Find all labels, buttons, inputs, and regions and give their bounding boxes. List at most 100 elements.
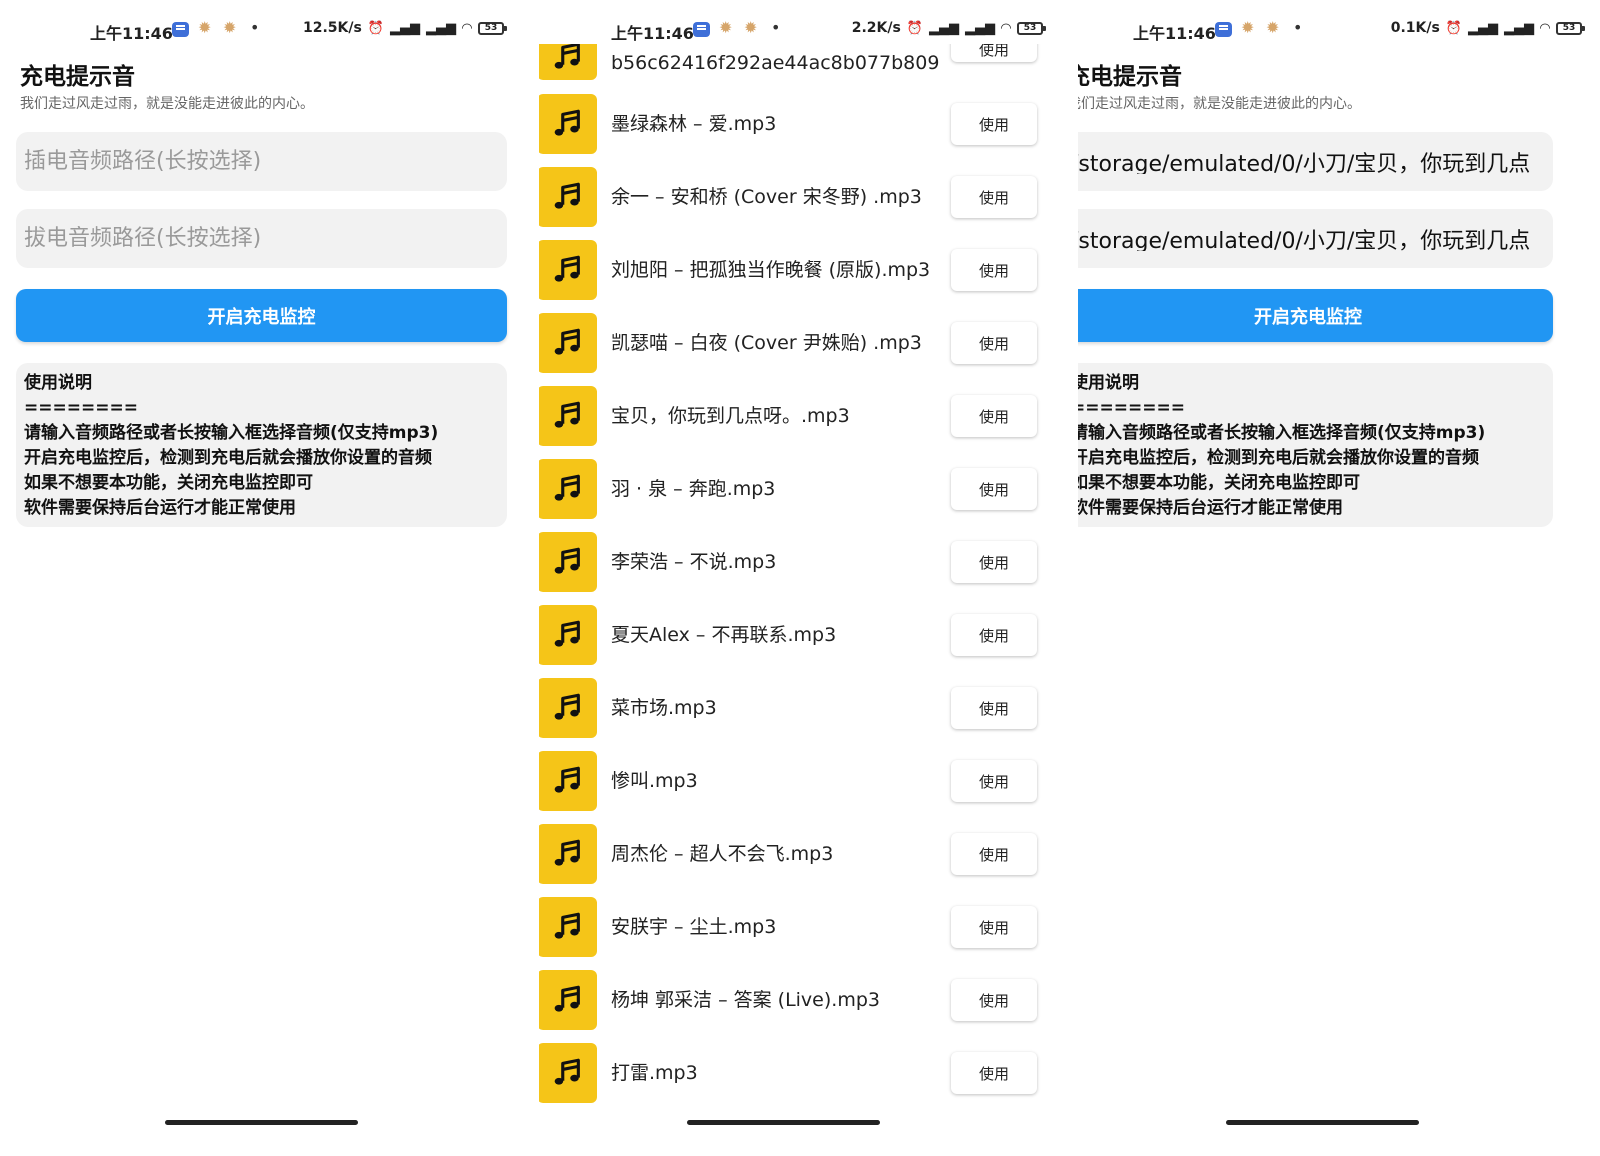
wifi-icon: ◠ <box>1540 20 1550 36</box>
file-name: 夏天Alex – 不再联系.mp3 <box>611 624 837 646</box>
notification-icon <box>172 22 189 37</box>
unplug-audio-field[interactable] <box>16 209 507 268</box>
notification-icon <box>1215 22 1232 37</box>
plug-audio-input[interactable] <box>24 149 499 174</box>
use-file-button[interactable]: 使用 <box>951 468 1037 510</box>
file-list-item[interactable]: 刘旭阳 – 把孤独当作晚餐 (原版).mp3 使用 <box>539 240 1061 313</box>
battery-icon: 53 <box>478 21 507 35</box>
file-name: 刘旭阳 – 把孤独当作晚餐 (原版).mp3 <box>611 259 931 281</box>
file-list-item[interactable]: 李荣浩 – 不说.mp3 使用 <box>539 532 1061 605</box>
page-title: 充电提示音 <box>20 64 135 90</box>
use-file-button[interactable]: 使用 <box>951 395 1037 437</box>
home-indicator[interactable] <box>687 1120 880 1125</box>
instructions-line: 软件需要保持后台运行才能正常使用 <box>1078 498 1343 518</box>
music-note-icon <box>554 474 580 501</box>
signal-icon: ▂▄▆ <box>1504 20 1534 36</box>
file-name: 凯瑟喵 – 白夜 (Cover 尹姝贻) .mp3 <box>611 332 922 354</box>
file-list-item[interactable]: 打雷.mp3 使用 <box>539 1043 1061 1116</box>
signal-icon: ▂▄▆ <box>929 20 959 36</box>
music-note-icon <box>554 328 580 355</box>
instructions-line: 软件需要保持后台运行才能正常使用 <box>24 498 296 518</box>
alarm-icon: ⏰ <box>1445 20 1462 36</box>
file-list-item[interactable]: 菜市场.mp3 使用 <box>539 678 1061 751</box>
file-name: 安朕宇 – 尘土.mp3 <box>611 916 777 938</box>
file-name: 打雷.mp3 <box>611 1062 698 1084</box>
status-time: 上午11:46 <box>611 24 694 43</box>
music-note-icon <box>554 766 580 793</box>
music-file-thumbnail <box>539 532 597 592</box>
music-file-thumbnail <box>539 386 597 446</box>
home-indicator[interactable] <box>1226 1120 1419 1125</box>
use-file-button[interactable]: 使用 <box>951 906 1037 948</box>
file-list-item[interactable]: 凯瑟喵 – 白夜 (Cover 尹姝贻) .mp3 使用 <box>539 313 1061 386</box>
use-file-button[interactable]: 使用 <box>951 833 1037 875</box>
file-list-item[interactable]: 惨叫.mp3 使用 <box>539 751 1061 824</box>
file-name: 羽 · 泉 – 奔跑.mp3 <box>611 478 776 500</box>
use-file-button[interactable]: 使用 <box>951 176 1037 218</box>
signal-icon: ▂▄▆ <box>965 20 995 36</box>
music-note-icon <box>554 839 580 866</box>
use-file-button[interactable]: 使用 <box>951 249 1037 291</box>
music-file-thumbnail <box>539 94 597 154</box>
music-note-icon <box>554 42 580 69</box>
file-name: 李荣浩 – 不说.mp3 <box>611 551 777 573</box>
use-file-button[interactable]: 使用 <box>951 1052 1037 1094</box>
plug-audio-field[interactable] <box>16 132 507 191</box>
file-list-item[interactable]: 余一 – 安和桥 (Cover 宋冬野) .mp3 使用 <box>539 167 1061 240</box>
signal-icon: ▂▄▆ <box>390 20 420 36</box>
status-right: 12.5K/s ⏰ ▂▄▆ ▂▄▆ ◠ 53 <box>302 20 507 36</box>
use-file-button[interactable]: 使用 <box>951 322 1037 364</box>
instructions-heading: 使用说明 <box>1078 373 1139 393</box>
music-note-icon <box>554 547 580 574</box>
instructions-line: 开启充电监控后，检测到充电后就会播放你设置的音频 <box>1078 448 1479 468</box>
instructions-divider: ======== <box>24 398 138 418</box>
plug-audio-field[interactable] <box>1078 132 1553 191</box>
status-time: 上午11:46 <box>90 24 173 43</box>
music-note-icon <box>554 912 580 939</box>
music-file-thumbnail <box>539 751 597 811</box>
file-list-item[interactable]: 夏天Alex – 不再联系.mp3 使用 <box>539 605 1061 678</box>
unplug-audio-input[interactable] <box>24 226 499 251</box>
stage: 上午11:46 ✹ ✹ • 12.5K/s ⏰ ▂▄▆ ▂▄▆ ◠ 53 充电提… <box>0 0 1600 1156</box>
instructions-divider: ======== <box>1078 398 1185 418</box>
use-file-button[interactable]: 使用 <box>951 760 1037 802</box>
music-note-icon <box>554 182 580 209</box>
page-subtitle: 我们走过风走过雨，就是没能走进彼此的内心。 <box>20 96 314 112</box>
screen-empty-form: 上午11:46 ✹ ✹ • 12.5K/s ⏰ ▂▄▆ ▂▄▆ ◠ 53 充电提… <box>0 0 522 1156</box>
unplug-audio-field[interactable] <box>1078 209 1553 268</box>
screen-filled-form: 上午11:46 ✹ ✹ • 0.1K/s ⏰ ▂▄▆ ▂▄▆ ◠ 53 充电提示… <box>1078 0 1600 1156</box>
file-list-item[interactable]: 羽 · 泉 – 奔跑.mp3 使用 <box>539 459 1061 532</box>
notification-icon <box>693 22 710 37</box>
more-dot-icon: • <box>250 18 260 37</box>
file-list-item[interactable]: 安朕宇 – 尘土.mp3 使用 <box>539 897 1061 970</box>
network-speed: 12.5K/s <box>302 20 362 36</box>
file-list-item[interactable]: 杨坤 郭采洁 – 答案 (Live).mp3 使用 <box>539 970 1061 1043</box>
battery-icon: 53 <box>1556 21 1585 35</box>
plug-audio-input[interactable] <box>1078 149 1545 174</box>
alarm-icon: ⏰ <box>906 20 923 36</box>
instructions-card: 使用说明 ======== 请输入音频路径或者长按输入框选择音频(仅支持mp3)… <box>1078 363 1553 527</box>
use-file-button[interactable]: 使用 <box>951 541 1037 583</box>
use-file-button[interactable]: 使用 <box>951 979 1037 1021</box>
file-list-item[interactable]: 宝贝，你玩到几点呀。.mp3 使用 <box>539 386 1061 459</box>
music-file-thumbnail <box>539 824 597 884</box>
music-note-icon <box>554 620 580 647</box>
music-file-thumbnail <box>539 605 597 665</box>
home-indicator[interactable] <box>165 1120 358 1125</box>
file-name: 菜市场.mp3 <box>611 697 717 719</box>
app-icon: ✹ <box>1266 18 1280 37</box>
start-monitor-button[interactable]: 开启充电监控 <box>16 289 507 342</box>
music-note-icon <box>554 109 580 136</box>
music-file-thumbnail <box>539 897 597 957</box>
use-file-button[interactable]: 使用 <box>951 687 1037 729</box>
instructions-heading: 使用说明 <box>24 373 92 393</box>
unplug-audio-input[interactable] <box>1078 226 1545 251</box>
more-dot-icon: • <box>1293 18 1303 37</box>
music-file-thumbnail <box>539 240 597 300</box>
network-speed: 0.1K/s <box>1390 20 1440 36</box>
use-file-button[interactable]: 使用 <box>951 614 1037 656</box>
file-list-item[interactable]: 墨绿森林 – 爱.mp3 使用 <box>539 94 1061 167</box>
file-list-item[interactable]: 周杰伦 – 超人不会飞.mp3 使用 <box>539 824 1061 897</box>
use-file-button[interactable]: 使用 <box>951 103 1037 145</box>
start-monitor-button[interactable]: 开启充电监控 <box>1078 289 1553 342</box>
